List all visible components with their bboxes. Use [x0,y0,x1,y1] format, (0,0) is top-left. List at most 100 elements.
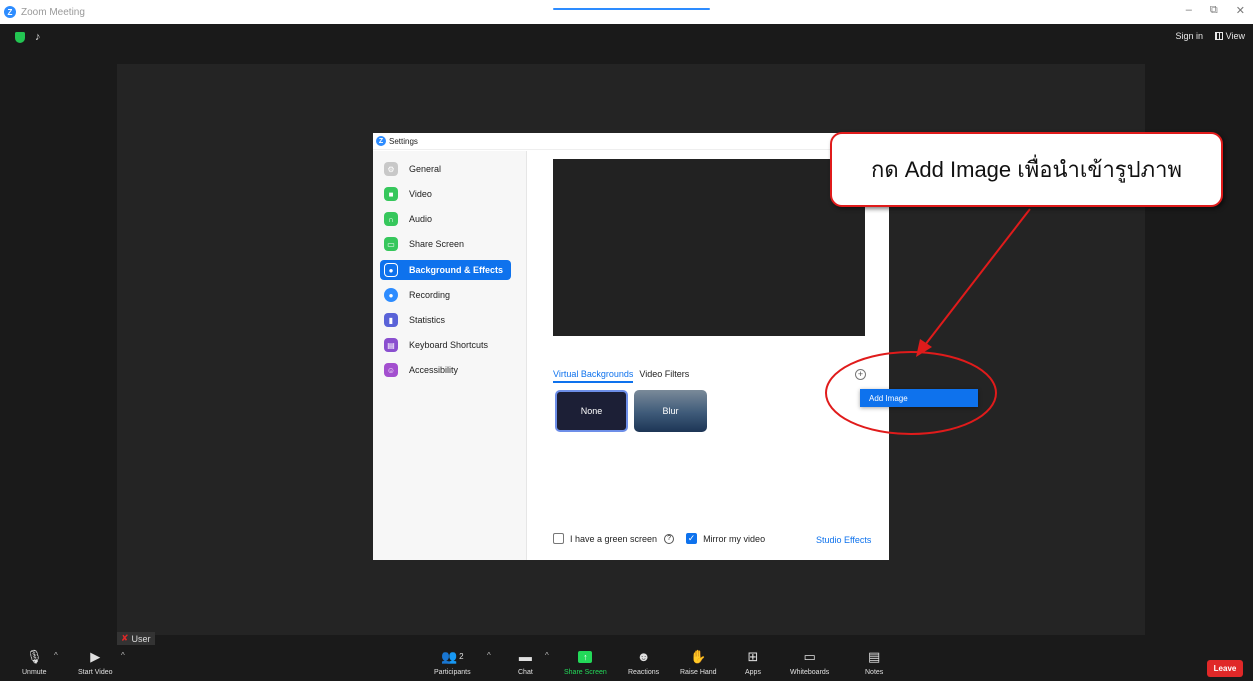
notes-button[interactable]: ▤ Notes [865,647,884,677]
chat-icon: ▬ [518,649,532,664]
participants-icon: 👥 2 [440,648,464,664]
sidebar-item-label: Video [409,189,432,199]
help-question-icon[interactable]: ? [664,533,675,544]
audio-options-chevron-icon[interactable]: ^ [54,651,58,660]
whiteboards-label: Whiteboards [790,669,830,676]
sidebar-item-statistics[interactable]: ▮ Statistics [380,310,511,330]
title-bar: Z Zoom Meeting – ⧉ ✕ [0,0,1253,24]
restore-button[interactable]: ⧉ [1210,4,1218,17]
add-image-menu-item[interactable]: Add Image [860,389,978,407]
minimize-button[interactable]: – [1186,4,1192,17]
window-controls: – ⧉ ✕ [1186,4,1245,17]
share-screen-button[interactable]: ↑ Share Screen [564,647,607,676]
window-title: Zoom Meeting [21,6,85,18]
meeting-toolbar: 🎙 Unmute ^ ▶ Start Video ^ 👥 2 Participan… [0,645,1253,681]
bar-chart-icon: ▮ [384,313,398,327]
settings-title: Settings [389,136,418,146]
participants-button[interactable]: 👥 2 Participants [434,647,471,677]
zoom-logo-icon: Z [376,136,386,146]
annotation-callout: กด Add Image เพื่อนำเข้ารูปภาพ [830,132,1223,207]
chat-chevron-icon[interactable]: ^ [545,651,549,660]
sidebar-item-label: Audio [409,214,433,224]
sidebar-item-video[interactable]: ■ Video [380,184,511,204]
sidebar-item-keyboard-shortcuts[interactable]: ▤ Keyboard Shortcuts [380,335,511,355]
sidebar-item-label: Statistics [409,315,446,325]
video-camera-icon: ■ [384,187,398,201]
start-video-label: Start Video [78,669,113,676]
close-button[interactable]: ✕ [1236,4,1245,17]
video-preview [553,159,865,336]
background-blur-label: Blur [662,406,679,416]
studio-effects-link[interactable]: Studio Effects [816,535,871,545]
video-off-icon: ▶ [90,648,101,664]
unmute-button[interactable]: 🎙 Unmute [22,647,47,677]
security-shield-icon[interactable] [15,32,25,43]
sidebar-item-label: Accessibility [409,365,459,375]
participants-label: Participants [434,669,471,676]
notes-label: Notes [865,669,884,676]
background-blur-option[interactable]: Blur [634,390,707,432]
background-person-icon: ● [384,263,398,277]
settings-sidebar: ⚙ General ■ Video ∩ Audio ▭ Share Screen… [373,151,527,560]
apps-icon: ⊞ [747,648,759,664]
whiteboards-button[interactable]: ▭ Whiteboards [790,647,830,677]
start-video-button[interactable]: ▶ Start Video [78,647,113,677]
mirror-video-label: Mirror my video [703,533,766,544]
tab-video-filters[interactable]: Video Filters [639,369,689,383]
apps-button[interactable]: ⊞ Apps [745,647,761,677]
mirror-video-checkbox[interactable]: ✓ [686,533,698,544]
add-background-menu: Add Image [860,389,978,407]
reactions-button[interactable]: ☻ Reactions [628,647,659,676]
sidebar-item-recording[interactable]: ● Recording [380,285,511,305]
grid-view-icon [1214,32,1223,40]
background-tabs: Virtual Backgrounds Video Filters [553,369,689,383]
meeting-tab-indicator [553,8,710,10]
sidebar-item-label: Background & Effects [409,265,504,275]
raise-hand-button[interactable]: ✋ Raise Hand [680,647,717,677]
sidebar-item-general[interactable]: ⚙ General [380,159,511,179]
sidebar-item-share-screen[interactable]: ▭ Share Screen [380,234,511,254]
muted-mic-icon: ✘ [121,633,129,643]
video-options-chevron-icon[interactable]: ^ [121,651,125,660]
reactions-smiley-icon: ☻ [636,649,651,664]
sidebar-item-label: Keyboard Shortcuts [409,340,489,350]
whiteboard-icon: ▭ [803,648,816,664]
participant-name: User [131,633,151,644]
participant-count: 2 [459,652,464,661]
sidebar-item-label: Recording [409,290,451,300]
participant-name-tag: ✘ User [117,632,155,645]
view-label: View [1225,31,1245,41]
zoom-logo-icon: Z [4,6,16,18]
muted-mic-icon: 🎙 [26,648,43,664]
raise-hand-label: Raise Hand [680,669,717,676]
sidebar-item-background-effects[interactable]: ● Background & Effects [380,260,511,280]
sidebar-item-audio[interactable]: ∩ Audio [380,209,511,229]
green-screen-label: I have a green screen [570,533,658,544]
green-screen-checkbox[interactable] [553,533,564,544]
zoom-meeting-window: Z Zoom Meeting – ⧉ ✕ ♪ Sign in View ✘ Us… [0,0,1253,681]
keyboard-icon: ▤ [384,338,398,352]
accessibility-icon: ☺ [384,363,398,377]
share-screen-label: Share Screen [564,669,607,676]
video-options-row: I have a green screen ? ✓ Mirror my vide… [553,533,765,544]
chat-label: Chat [518,669,533,676]
leave-button[interactable]: Leave [1207,660,1243,677]
meeting-status-bar: ♪ Sign in View [0,28,1253,48]
view-button[interactable]: View [1214,31,1245,41]
tab-virtual-backgrounds[interactable]: Virtual Backgrounds [553,369,634,383]
annotation-text: กด Add Image เพื่อนำเข้ารูปภาพ [871,157,1182,182]
chat-button[interactable]: ▬ Chat [518,647,533,676]
add-background-plus-icon[interactable]: + [855,369,866,380]
background-none-label: None [580,406,603,416]
notes-icon: ▤ [868,648,881,664]
sign-in-link[interactable]: Sign in [1175,31,1203,41]
background-none-option[interactable]: None [555,390,628,432]
unmute-label: Unmute [22,669,47,676]
apps-label: Apps [745,669,761,676]
sidebar-item-accessibility[interactable]: ☺ Accessibility [380,360,511,380]
participants-chevron-icon[interactable]: ^ [487,651,491,660]
reactions-label: Reactions [628,669,660,676]
gear-icon: ⚙ [384,162,398,176]
share-screen-icon: ▭ [384,237,398,251]
raise-hand-icon: ✋ [690,648,707,664]
